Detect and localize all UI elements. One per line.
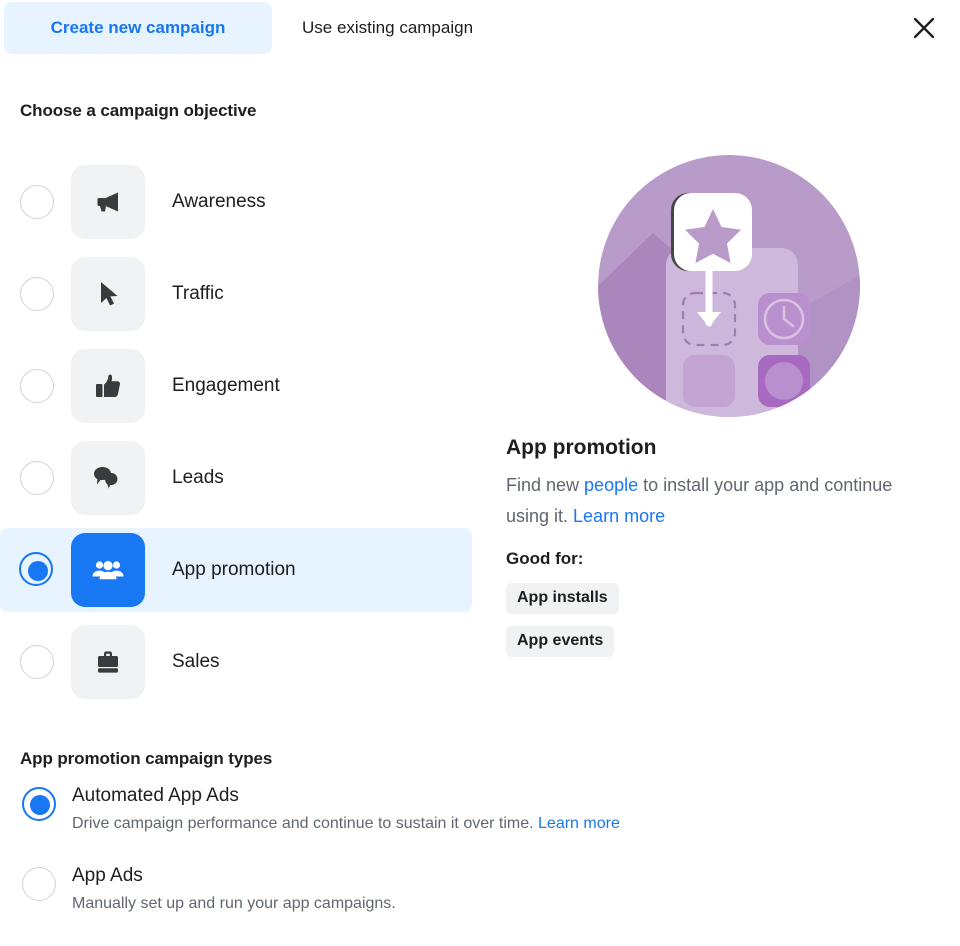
campaign-type-title-app-ads: App Ads (72, 865, 143, 886)
objective-label-engagement: Engagement (172, 375, 280, 396)
close-icon (911, 15, 937, 41)
objective-radio-sales[interactable] (20, 645, 54, 679)
objective-label-leads: Leads (172, 467, 224, 488)
objective-radio-leads[interactable] (20, 461, 54, 495)
people-link[interactable]: people (584, 475, 638, 495)
campaign-type-desc-text: Drive campaign performance and continue … (72, 815, 539, 832)
app-promotion-illustration (598, 155, 860, 417)
campaign-type-desc-app-ads: Manually set up and run your app campaig… (72, 895, 396, 912)
learn-more-link[interactable]: Learn more (573, 506, 665, 526)
objective-row-leads[interactable]: Leads (0, 436, 472, 520)
megaphone-icon (91, 185, 125, 219)
automated-app-ads-learn-more-link[interactable]: Learn more (538, 815, 620, 832)
thumbs-up-icon (91, 369, 125, 403)
tab-create-new-campaign[interactable]: Create new campaign (4, 2, 272, 54)
campaign-type-radio-app-ads[interactable] (22, 867, 56, 901)
campaign-types-heading: App promotion campaign types (20, 749, 273, 768)
objective-label-traffic: Traffic (172, 283, 224, 304)
campaign-type-row-app-ads[interactable]: App Ads Manually set up and run your app… (0, 865, 800, 945)
objective-label-sales: Sales (172, 651, 220, 672)
campaign-types-list: Automated App Ads Drive campaign perform… (0, 785, 800, 945)
objective-list: Awareness Traffic Engagement Leads App p… (0, 160, 472, 712)
objective-row-awareness[interactable]: Awareness (0, 160, 472, 244)
campaign-type-desc-automated-app-ads: Drive campaign performance and continue … (72, 815, 620, 833)
tab-use-existing-campaign-label: Use existing campaign (302, 18, 474, 37)
good-for-label: Good for: (506, 549, 584, 568)
campaign-type-row-automated-app-ads[interactable]: Automated App Ads Drive campaign perform… (0, 785, 800, 865)
tab-create-new-campaign-label: Create new campaign (50, 18, 226, 37)
objective-row-engagement[interactable]: Engagement (0, 344, 472, 428)
objective-row-app-promotion[interactable]: App promotion (0, 528, 472, 612)
cursor-arrow-icon (91, 277, 125, 311)
campaign-type-radio-automated-app-ads[interactable] (22, 787, 56, 821)
campaign-type-title-automated-app-ads: Automated App Ads (72, 785, 239, 806)
objective-label-app-promotion: App promotion (172, 559, 296, 580)
create-campaign-dialog: Create new campaign Use existing campaig… (0, 0, 960, 946)
objective-icon-tile-engagement (71, 349, 145, 423)
chip-app-events: App events (506, 626, 615, 657)
people-group-icon (91, 553, 125, 587)
briefcase-icon (91, 645, 125, 679)
objective-radio-traffic[interactable] (20, 277, 54, 311)
objective-icon-tile-leads (71, 441, 145, 515)
speech-bubbles-icon (91, 461, 125, 495)
objective-icon-tile-awareness (71, 165, 145, 239)
objective-icon-tile-app-promotion (71, 533, 145, 607)
detail-description: Find new people to install your app and … (506, 470, 910, 532)
objective-radio-app-promotion[interactable] (19, 552, 54, 587)
campaign-source-tabs: Create new campaign Use existing campaig… (0, 0, 960, 56)
objective-radio-engagement[interactable] (20, 369, 54, 403)
tab-use-existing-campaign[interactable]: Use existing campaign (280, 2, 550, 54)
close-button[interactable] (906, 10, 942, 46)
chip-app-installs: App installs (506, 583, 619, 614)
objective-row-traffic[interactable]: Traffic (0, 252, 472, 336)
detail-title: App promotion (506, 436, 657, 459)
objective-section-heading: Choose a campaign objective (20, 101, 257, 120)
detail-desc-part1: Find new (506, 475, 585, 495)
good-for-chips: App installs App events (506, 583, 619, 669)
objective-row-sales[interactable]: Sales (0, 620, 472, 704)
objective-radio-awareness[interactable] (20, 185, 54, 219)
objective-icon-tile-sales (71, 625, 145, 699)
objective-icon-tile-traffic (71, 257, 145, 331)
objective-label-awareness: Awareness (172, 191, 266, 212)
